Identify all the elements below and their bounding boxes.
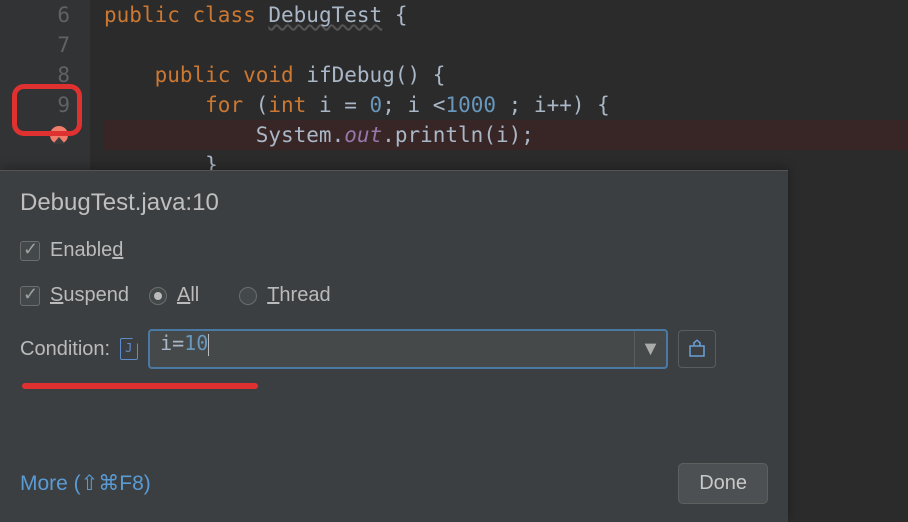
enabled-row: Enabled bbox=[20, 239, 768, 262]
enabled-label: Enabled bbox=[50, 239, 123, 262]
suspend-all-label: All bbox=[177, 284, 199, 307]
code-line bbox=[104, 30, 908, 60]
enabled-checkbox[interactable] bbox=[20, 241, 40, 261]
condition-dropdown-icon[interactable]: ▼ bbox=[634, 331, 666, 367]
condition-input[interactable]: i=10 bbox=[150, 331, 634, 367]
java-file-icon bbox=[120, 338, 138, 360]
line-number: 9 bbox=[0, 90, 70, 120]
expand-icon bbox=[687, 339, 707, 359]
code-line: public void ifDebug() { bbox=[104, 60, 908, 90]
popup-title: DebugTest.java:10 bbox=[20, 189, 768, 217]
popup-footer: More (⇧⌘F8) Done bbox=[20, 463, 768, 504]
suspend-thread-label: Thread bbox=[267, 284, 330, 307]
code-line: public class DebugTest { bbox=[104, 0, 908, 30]
suspend-row: Suspend All Thread bbox=[20, 284, 768, 307]
condition-label: Condition: bbox=[20, 338, 110, 361]
condition-row: Condition: i=10 ▼ bbox=[20, 329, 768, 369]
line-number: 8 bbox=[0, 60, 70, 90]
expand-editor-button[interactable] bbox=[678, 330, 716, 368]
suspend-all-radio[interactable] bbox=[149, 287, 167, 305]
breakpoint-popup: DebugTest.java:10 Enabled Suspend All Th… bbox=[0, 170, 788, 522]
more-link[interactable]: More (⇧⌘F8) bbox=[20, 471, 151, 496]
breakpoint-gutter[interactable] bbox=[0, 120, 70, 150]
breakpoint-icon[interactable] bbox=[50, 126, 68, 144]
condition-input-wrapper: i=10 ▼ bbox=[148, 329, 668, 369]
done-button[interactable]: Done bbox=[678, 463, 768, 504]
annotation-underline bbox=[22, 383, 258, 389]
suspend-checkbox[interactable] bbox=[20, 286, 40, 306]
code-editor: 6 7 8 9 public class DebugTest { public … bbox=[0, 0, 908, 180]
suspend-thread-radio[interactable] bbox=[239, 287, 257, 305]
editor-gutter: 6 7 8 9 bbox=[0, 0, 90, 180]
code-line: for (int i = 0; i <1000 ; i++) { bbox=[104, 90, 908, 120]
line-number: 6 bbox=[0, 0, 70, 30]
suspend-label: Suspend bbox=[50, 284, 129, 307]
code-area[interactable]: public class DebugTest { public void ifD… bbox=[90, 0, 908, 180]
line-number: 7 bbox=[0, 30, 70, 60]
code-line-active: System.out.println(i); bbox=[104, 120, 908, 150]
